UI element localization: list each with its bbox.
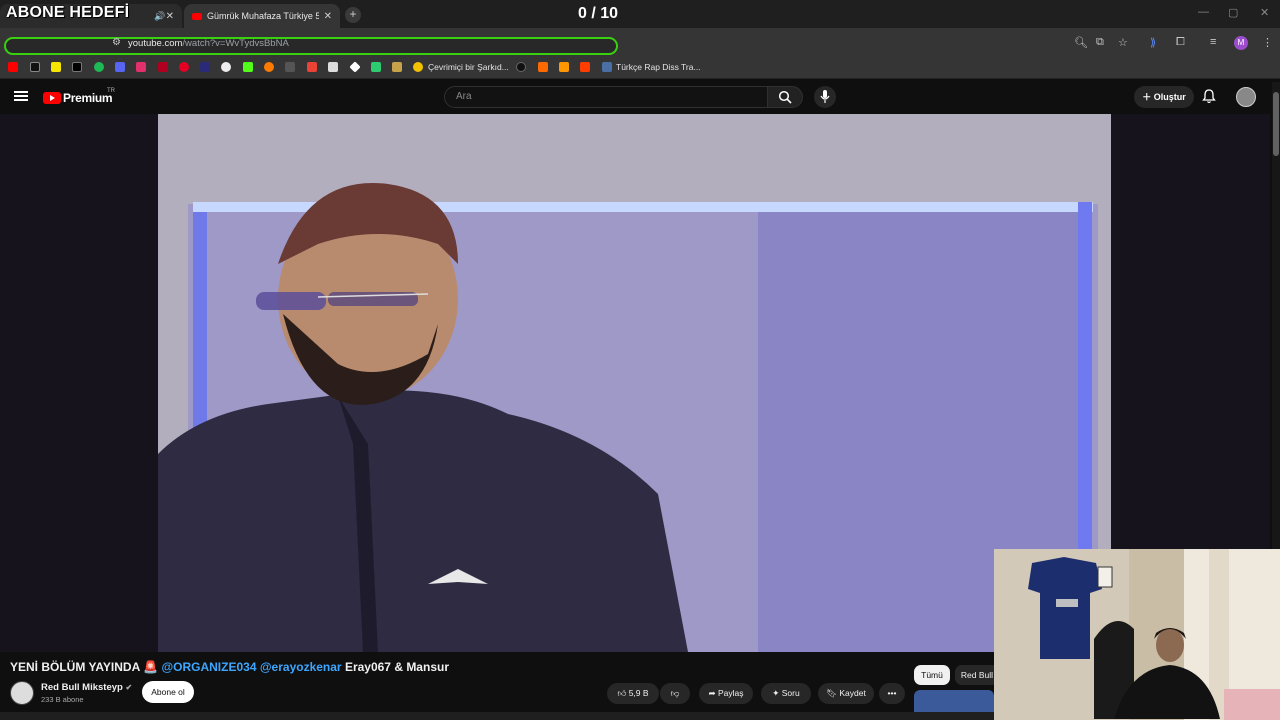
bookmark-star-icon[interactable]: ☆ [1118,36,1128,49]
ask-button[interactable]: ✦ Soru [761,683,811,704]
subscriber-goal-counter: 0 / 10 [578,5,619,22]
tab-label: Gümrük Muhafaza Türkiye 56. E [207,11,319,21]
scrollbar-thumb[interactable] [1273,92,1279,156]
bookmark-instagram-icon[interactable] [136,62,146,72]
bookmark-gmail-icon[interactable] [307,62,317,72]
microphone-icon [820,90,830,103]
bookmark-doc-icon[interactable] [328,62,338,72]
zoom-icon[interactable]: 🔍︎ [1074,36,1088,49]
bookmark-tiktok-icon[interactable] [30,62,40,72]
thumbs-down-icon: 👎︎ [670,688,680,698]
create-button[interactable]: ＋ Oluştur [1134,86,1194,108]
bookmark-spotify-icon[interactable] [94,62,104,72]
menu-icon[interactable]: ⋮ [1262,36,1273,49]
bottom-strip [0,712,994,720]
sparkle-icon: ✦ [772,688,780,698]
bookmark-gold-icon[interactable] [392,62,402,72]
region-code: TR [107,88,115,94]
bookmark-label[interactable]: Çevrimiçi bir Şarkıd... [428,62,509,72]
youtube-favicon-icon [192,12,202,20]
channel-name[interactable]: Red Bull Miksteyp ✔ [41,682,132,693]
save-button[interactable]: 🔖︎ Kaydet [818,683,874,704]
bookmark-dark-icon[interactable] [516,62,526,72]
video-still-image [158,114,1111,652]
webcam-image [994,549,1280,720]
address-bar[interactable] [4,37,618,55]
subscriber-goal-title: ABONE HEDEFİ [6,4,130,21]
webcam-overlay [994,549,1280,720]
bookmark-youtube-icon[interactable] [8,62,18,72]
bookmark-label[interactable]: Türkçe Rap Diss Tra... [616,62,701,72]
search-icon [778,90,792,104]
close-tab-icon[interactable]: ✕ [324,11,332,22]
more-actions-button[interactable]: ••• [879,683,905,704]
plus-icon: ＋ [1142,92,1152,102]
bookmark-green-icon[interactable] [371,62,381,72]
bookmark-icon: 🔖︎ [826,688,837,698]
url-text[interactable]: youtube.com/watch?v=WvTydvsBbNA [128,38,289,49]
site-info-icon[interactable]: ⚙ [112,37,121,48]
mention-link[interactable]: @erayozkenar [260,660,342,674]
chip-red-bull[interactable]: Red Bull [955,665,999,685]
bookmark-x-icon[interactable] [72,62,82,72]
like-button[interactable]: 👍︎ 5,9 B [607,683,659,704]
bookmark-s-icon[interactable] [51,62,61,72]
bookmark-pinterest-icon[interactable] [179,62,189,72]
bookmark-blue-icon[interactable] [200,62,210,72]
bookmark-music-icon[interactable] [413,62,423,72]
bookmark-amber-icon[interactable] [559,62,569,72]
bookmark-discord-icon[interactable] [115,62,125,72]
voice-search-button[interactable] [814,86,836,108]
thumbs-up-icon: 👍︎ [617,688,627,698]
bookmark-gray-icon[interactable] [285,62,295,72]
verified-icon: ✔ [125,683,133,692]
video-title: YENİ BÖLÜM YAYINDA 🚨 @ORGANIZE034 @erayo… [10,660,449,674]
close-window-icon[interactable]: ✕ [1260,6,1269,19]
install-app-icon[interactable]: ⧉ [1096,36,1104,49]
extensions-puzzle-icon[interactable]: ⧠ [1176,36,1185,49]
hamburger-menu-icon[interactable] [14,91,28,101]
bookmark-red-icon[interactable] [158,62,168,72]
media-control-icon[interactable]: ≡ [1210,36,1216,48]
close-tab-icon[interactable]: ✕ [166,11,174,22]
video-frame[interactable] [158,114,1111,652]
notifications-bell-icon[interactable] [1202,89,1216,109]
profile-avatar[interactable]: M [1234,36,1248,50]
search-input[interactable]: Ara [444,86,768,108]
minimize-icon[interactable]: — [1198,6,1209,18]
youtube-logo-icon[interactable] [43,92,61,104]
bookmark-folder-icon[interactable] [602,62,612,72]
bookmark-orange-icon[interactable] [264,62,274,72]
channel-avatar[interactable] [10,681,34,705]
search-button[interactable] [767,86,803,108]
share-icon: ➦ [708,688,716,698]
channel-subscriber-count: 233 B abone [41,695,84,704]
share-button[interactable]: ➦ Paylaş [699,683,753,704]
extension-icon[interactable]: ⟫ [1150,36,1156,49]
account-avatar[interactable] [1236,87,1256,107]
speaker-icon[interactable]: 🔊 [154,11,165,22]
bookmark-red2-icon[interactable] [580,62,590,72]
new-tab-button[interactable]: + [345,7,361,23]
tab-gumruk[interactable]: Gümrük Muhafaza Türkiye 56. E ✕ [184,4,340,28]
subscribe-button[interactable]: Abone ol [142,681,194,703]
mention-link[interactable]: @ORGANIZE034 [161,660,256,674]
chip-all[interactable]: Tümü [914,665,950,685]
bookmark-orange2-icon[interactable] [538,62,548,72]
youtube-premium-brand[interactable]: Premium [63,91,113,105]
bookmark-white-icon[interactable] [221,62,231,72]
more-icon: ••• [887,688,897,698]
bookmark-kick-icon[interactable] [243,62,253,72]
dislike-button[interactable]: 👎︎ [660,683,690,704]
maximize-icon[interactable]: ▢ [1228,6,1238,19]
